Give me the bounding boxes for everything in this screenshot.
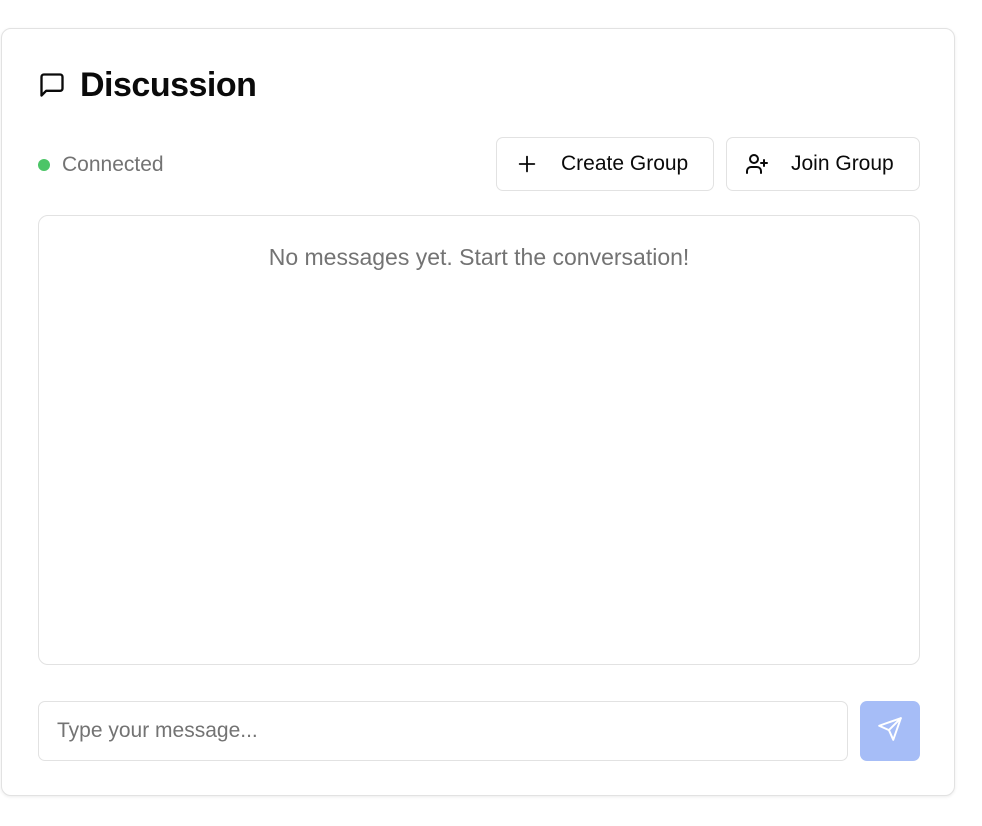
plus-icon: [515, 152, 539, 176]
panel-header: Discussion: [38, 65, 257, 105]
message-square-icon: [38, 71, 66, 99]
status-label: Connected: [62, 153, 164, 176]
create-group-label: Create Group: [561, 152, 689, 175]
join-group-button[interactable]: Join Group: [726, 137, 920, 191]
page-title: Discussion: [80, 65, 257, 104]
discussion-panel: Discussion Connected Create Group Join G…: [1, 28, 955, 796]
send-button[interactable]: [860, 701, 920, 761]
empty-state-text: No messages yet. Start the conversation!: [268, 244, 690, 270]
status-indicator-dot: [38, 159, 50, 171]
message-input[interactable]: [39, 702, 847, 760]
connection-status: Connected: [38, 151, 164, 179]
send-icon: [877, 716, 903, 747]
message-list[interactable]: No messages yet. Start the conversation!: [38, 215, 920, 665]
user-plus-icon: [745, 152, 769, 176]
join-group-label: Join Group: [791, 152, 894, 175]
create-group-button[interactable]: Create Group: [496, 137, 714, 191]
message-input-field[interactable]: [38, 701, 848, 761]
